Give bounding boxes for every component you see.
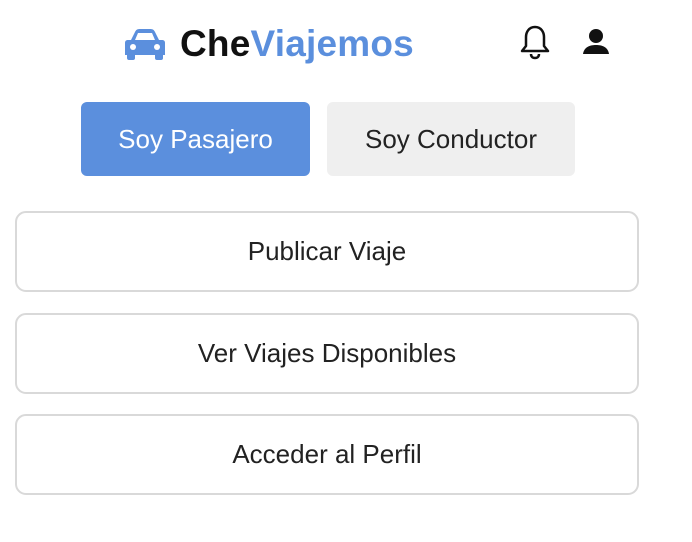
user-icon[interactable] bbox=[579, 24, 613, 60]
bell-icon[interactable] bbox=[518, 24, 552, 60]
view-available-trips-button[interactable]: Ver Viajes Disponibles bbox=[15, 313, 639, 394]
app-header: CheViajemos bbox=[0, 0, 692, 90]
publish-trip-button[interactable]: Publicar Viaje bbox=[15, 211, 639, 292]
brand-name-part-2: Viajemos bbox=[250, 23, 414, 64]
brand-logo[interactable]: CheViajemos bbox=[124, 22, 414, 66]
brand-name-part-1: Che bbox=[180, 23, 251, 64]
car-icon bbox=[124, 27, 166, 61]
driver-role-button[interactable]: Soy Conductor bbox=[327, 102, 575, 176]
brand-name: CheViajemos bbox=[180, 22, 414, 66]
access-profile-button[interactable]: Acceder al Perfil bbox=[15, 414, 639, 495]
passenger-role-button[interactable]: Soy Pasajero bbox=[81, 102, 310, 176]
